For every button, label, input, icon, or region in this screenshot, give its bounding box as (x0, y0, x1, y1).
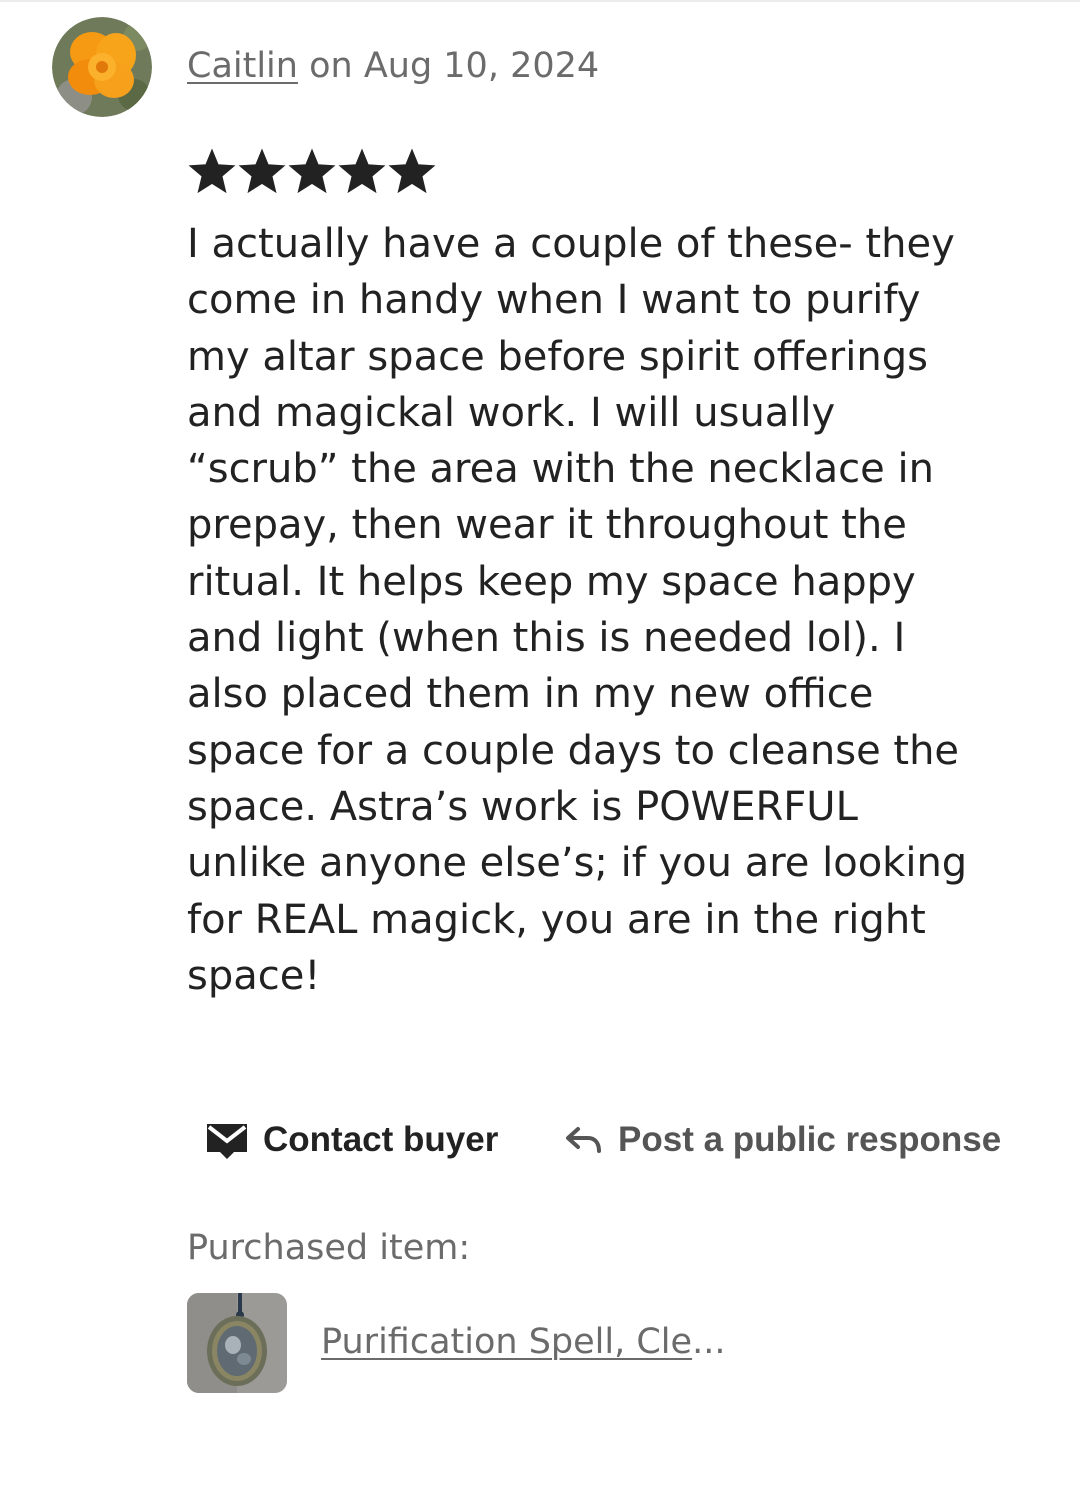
review-date: on Aug 10, 2024 (297, 46, 600, 86)
contact-buyer-label: Contact buyer (263, 1120, 499, 1159)
star-rating (187, 147, 437, 197)
star-icon (238, 148, 286, 194)
reviewer-avatar[interactable] (52, 17, 152, 117)
purchased-item-title: Purification Spell, Cle (321, 1322, 693, 1362)
post-public-response-label: Post a public response (618, 1120, 1002, 1159)
star-icon (288, 148, 336, 194)
contact-buyer-button[interactable]: Contact buyer (205, 1112, 498, 1168)
purchased-item-thumbnail[interactable] (187, 1293, 287, 1393)
purchased-item-label: Purchased item: (187, 1228, 471, 1268)
star-icon (188, 148, 236, 194)
reviewer-name-link[interactable]: Caitlin (187, 46, 298, 86)
star-icon (338, 148, 386, 194)
reply-arrow-icon (566, 1127, 601, 1153)
review-text: I actually have a couple of these- they … (187, 221, 968, 999)
purchased-item-link[interactable]: Purification Spell, Cle... (321, 1320, 725, 1364)
top-divider (0, 0, 1080, 2)
star-icon (388, 148, 436, 194)
purchased-item-ellipsis: ... (692, 1322, 726, 1362)
review-byline: Caitlin on Aug 10, 2024 (187, 44, 599, 88)
post-public-response-button[interactable]: Post a public response (564, 1112, 1001, 1168)
envelope-icon (207, 1124, 247, 1159)
